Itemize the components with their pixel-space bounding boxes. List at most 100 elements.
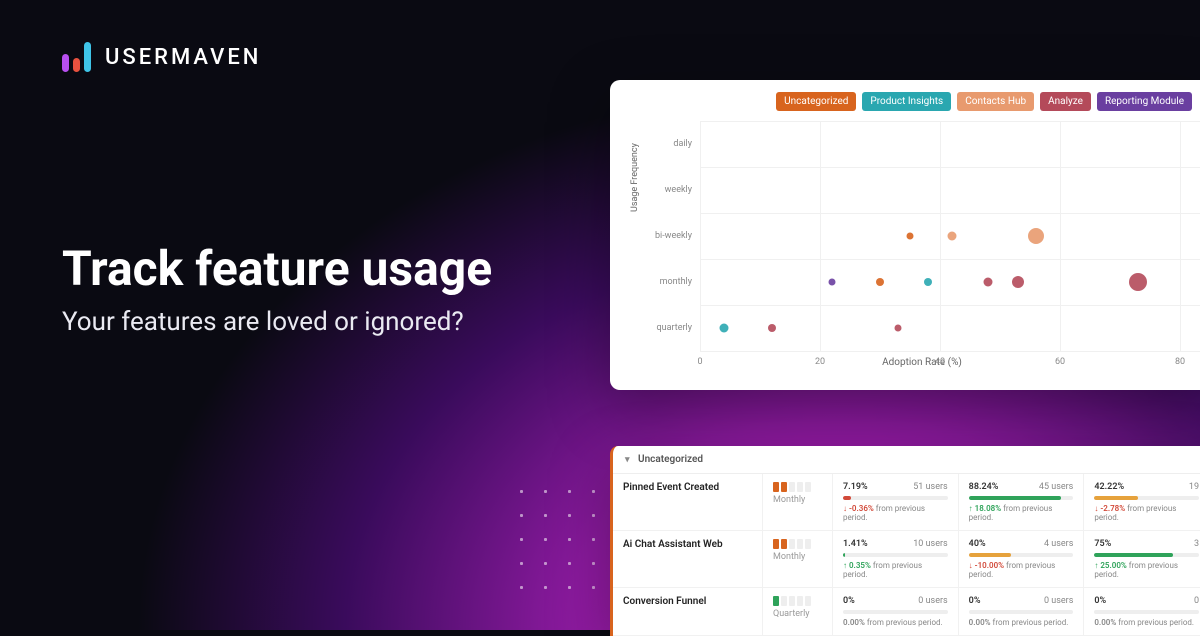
metric-users: 0 users [918, 596, 947, 606]
metric-users: 10 users [913, 539, 947, 549]
chart-bubble[interactable] [1129, 273, 1147, 291]
metric-users: 0 users [1044, 596, 1073, 606]
metric-cell: 0%00.00% from previous period. [1084, 588, 1200, 635]
metric-users: 51 users [913, 482, 947, 492]
metric-progress-bar [969, 553, 1074, 557]
metric-value: 0% [1094, 596, 1106, 606]
metric-users: 3 [1194, 539, 1199, 549]
metric-progress-bar [843, 496, 948, 500]
metric-value: 88.24% [969, 482, 999, 492]
metric-progress-bar [969, 496, 1074, 500]
table-row[interactable]: Pinned Event Created Monthly 7.19% 51 users… [613, 474, 1200, 531]
metric-value: 0% [969, 596, 981, 606]
feature-name-cell: Conversion Funnel [613, 588, 763, 635]
legend-chip[interactable]: Reporting Module [1097, 92, 1192, 111]
metric-cell: 7.19% 51 users ↓ -0.36% from previous peri… [833, 474, 959, 530]
metric-users: 19 [1189, 482, 1199, 492]
metric-cell: 0% 0 users 0.00% from previous period. [959, 588, 1085, 635]
chart-x-axis-label: Adoption Rate (%) [652, 357, 1192, 368]
table-group-header[interactable]: Uncategorized [613, 446, 1200, 474]
chart-bubble[interactable] [1028, 228, 1044, 244]
metric-value: 0% [843, 596, 855, 606]
metric-value: 40% [969, 539, 986, 549]
chart-bubble[interactable] [1012, 276, 1024, 288]
metric-progress-bar [843, 610, 948, 614]
frequency-label: Monthly [773, 495, 822, 505]
hero-title: Track feature usage [62, 240, 492, 297]
x-axis-tick: 40 [935, 357, 945, 367]
metric-users: 4 users [1044, 539, 1073, 549]
metric-value: 42.22% [1094, 482, 1124, 492]
frequency-sparkbar-icon [773, 539, 822, 549]
metric-delta: 0.00% from previous period. [1094, 618, 1199, 627]
x-axis-tick: 60 [1055, 357, 1065, 367]
legend-chip[interactable]: Contacts Hub [957, 92, 1034, 111]
metric-value: 7.19% [843, 482, 868, 492]
metric-delta: ↓ -2.78% from previous period. [1094, 504, 1199, 522]
y-axis-tick: quarterly [646, 323, 692, 333]
metric-delta: ↑ 0.35% from previous period. [843, 561, 948, 579]
chart-bubble[interactable] [948, 232, 957, 241]
legend-chip[interactable]: Product Insights [862, 92, 951, 111]
chart-bubble[interactable] [876, 278, 884, 286]
chart-bubble[interactable] [924, 278, 932, 286]
metric-delta: ↓ -10.00% from previous period. [969, 561, 1074, 579]
y-axis-tick: weekly [646, 185, 692, 195]
x-axis-tick: 20 [815, 357, 825, 367]
metric-delta: 0.00% from previous period. [843, 618, 948, 627]
chart-bubble[interactable] [984, 278, 993, 287]
x-axis-tick: 80 [1175, 357, 1185, 367]
brand-name: USERMAVEN [105, 45, 261, 70]
metric-cell: 42.22% 19 ↓ -2.78% from previous period. [1084, 474, 1200, 530]
legend-chip[interactable]: Uncategorized [776, 92, 856, 111]
frequency-sparkbar-icon [773, 596, 822, 606]
frequency-label: Monthly [773, 552, 822, 562]
table-group-label: Uncategorized [638, 454, 703, 465]
chart-bubble[interactable] [829, 279, 836, 286]
metric-delta: ↑ 18.08% from previous period. [969, 504, 1074, 522]
metric-delta: ↓ -0.36% from previous period. [843, 504, 948, 522]
x-axis-tick: 0 [697, 357, 702, 367]
metric-progress-bar [969, 610, 1074, 614]
hero: Track feature usage Your features are lo… [62, 240, 492, 337]
legend-chip[interactable]: Analyze [1040, 92, 1091, 111]
metric-value: 75% [1094, 539, 1111, 549]
metric-progress-bar [843, 553, 948, 557]
chart-plot-area: Usage Frequency dailyweeklybi-weeklymont… [652, 121, 1200, 351]
metric-delta: 0.00% from previous period. [969, 618, 1074, 627]
metric-progress-bar [1094, 610, 1199, 614]
y-axis-tick: bi-weekly [646, 231, 692, 241]
y-axis-tick: daily [646, 139, 692, 149]
chart-bubble[interactable] [895, 325, 902, 332]
chart-y-axis-label: Usage Frequency [630, 143, 640, 212]
frequency-cell: Monthly [763, 531, 833, 587]
chart-legend: Uncategorized Product Insights Contacts Hu… [624, 92, 1192, 111]
frequency-label: Quarterly [773, 609, 822, 619]
table-row[interactable]: Conversion Funnel Quarterly 0% 0 users 0.00%… [613, 588, 1200, 636]
chart-bubble[interactable] [720, 324, 729, 333]
brand-logo: USERMAVEN [62, 42, 261, 72]
feature-adoption-chart-card: Uncategorized Product Insights Contacts Hu… [610, 80, 1200, 390]
feature-name-cell: Pinned Event Created [613, 474, 763, 530]
metric-cell: 88.24% 45 users ↑ 18.08% from previous per… [959, 474, 1085, 530]
frequency-sparkbar-icon [773, 482, 822, 492]
table-row[interactable]: Ai Chat Assistant Web Monthly 1.41% 10 user… [613, 531, 1200, 588]
metric-cell: 1.41% 10 users ↑ 0.35% from previous perio… [833, 531, 959, 587]
frequency-cell: Monthly [763, 474, 833, 530]
feature-name-cell: Ai Chat Assistant Web [613, 531, 763, 587]
metric-cell: 75% 3 ↑ 25.00% from previous period. [1084, 531, 1200, 587]
chart-bubble[interactable] [907, 233, 914, 240]
metric-cell: 40% 4 users ↓ -10.00% from previous period… [959, 531, 1085, 587]
metric-value: 1.41% [843, 539, 868, 549]
feature-usage-table: Uncategorized Pinned Event Created Monthl… [610, 446, 1200, 636]
metric-users: 45 users [1039, 482, 1073, 492]
hero-subtitle: Your features are loved or ignored? [62, 307, 492, 337]
y-axis-tick: monthly [646, 277, 692, 287]
metric-progress-bar [1094, 496, 1199, 500]
metric-progress-bar [1094, 553, 1199, 557]
chart-bubble[interactable] [768, 324, 776, 332]
metric-cell: 0% 0 users 0.00% from previous period. [833, 588, 959, 635]
metric-delta: ↑ 25.00% from previous period. [1094, 561, 1199, 579]
frequency-cell: Quarterly [763, 588, 833, 635]
logo-mark-icon [62, 42, 91, 72]
